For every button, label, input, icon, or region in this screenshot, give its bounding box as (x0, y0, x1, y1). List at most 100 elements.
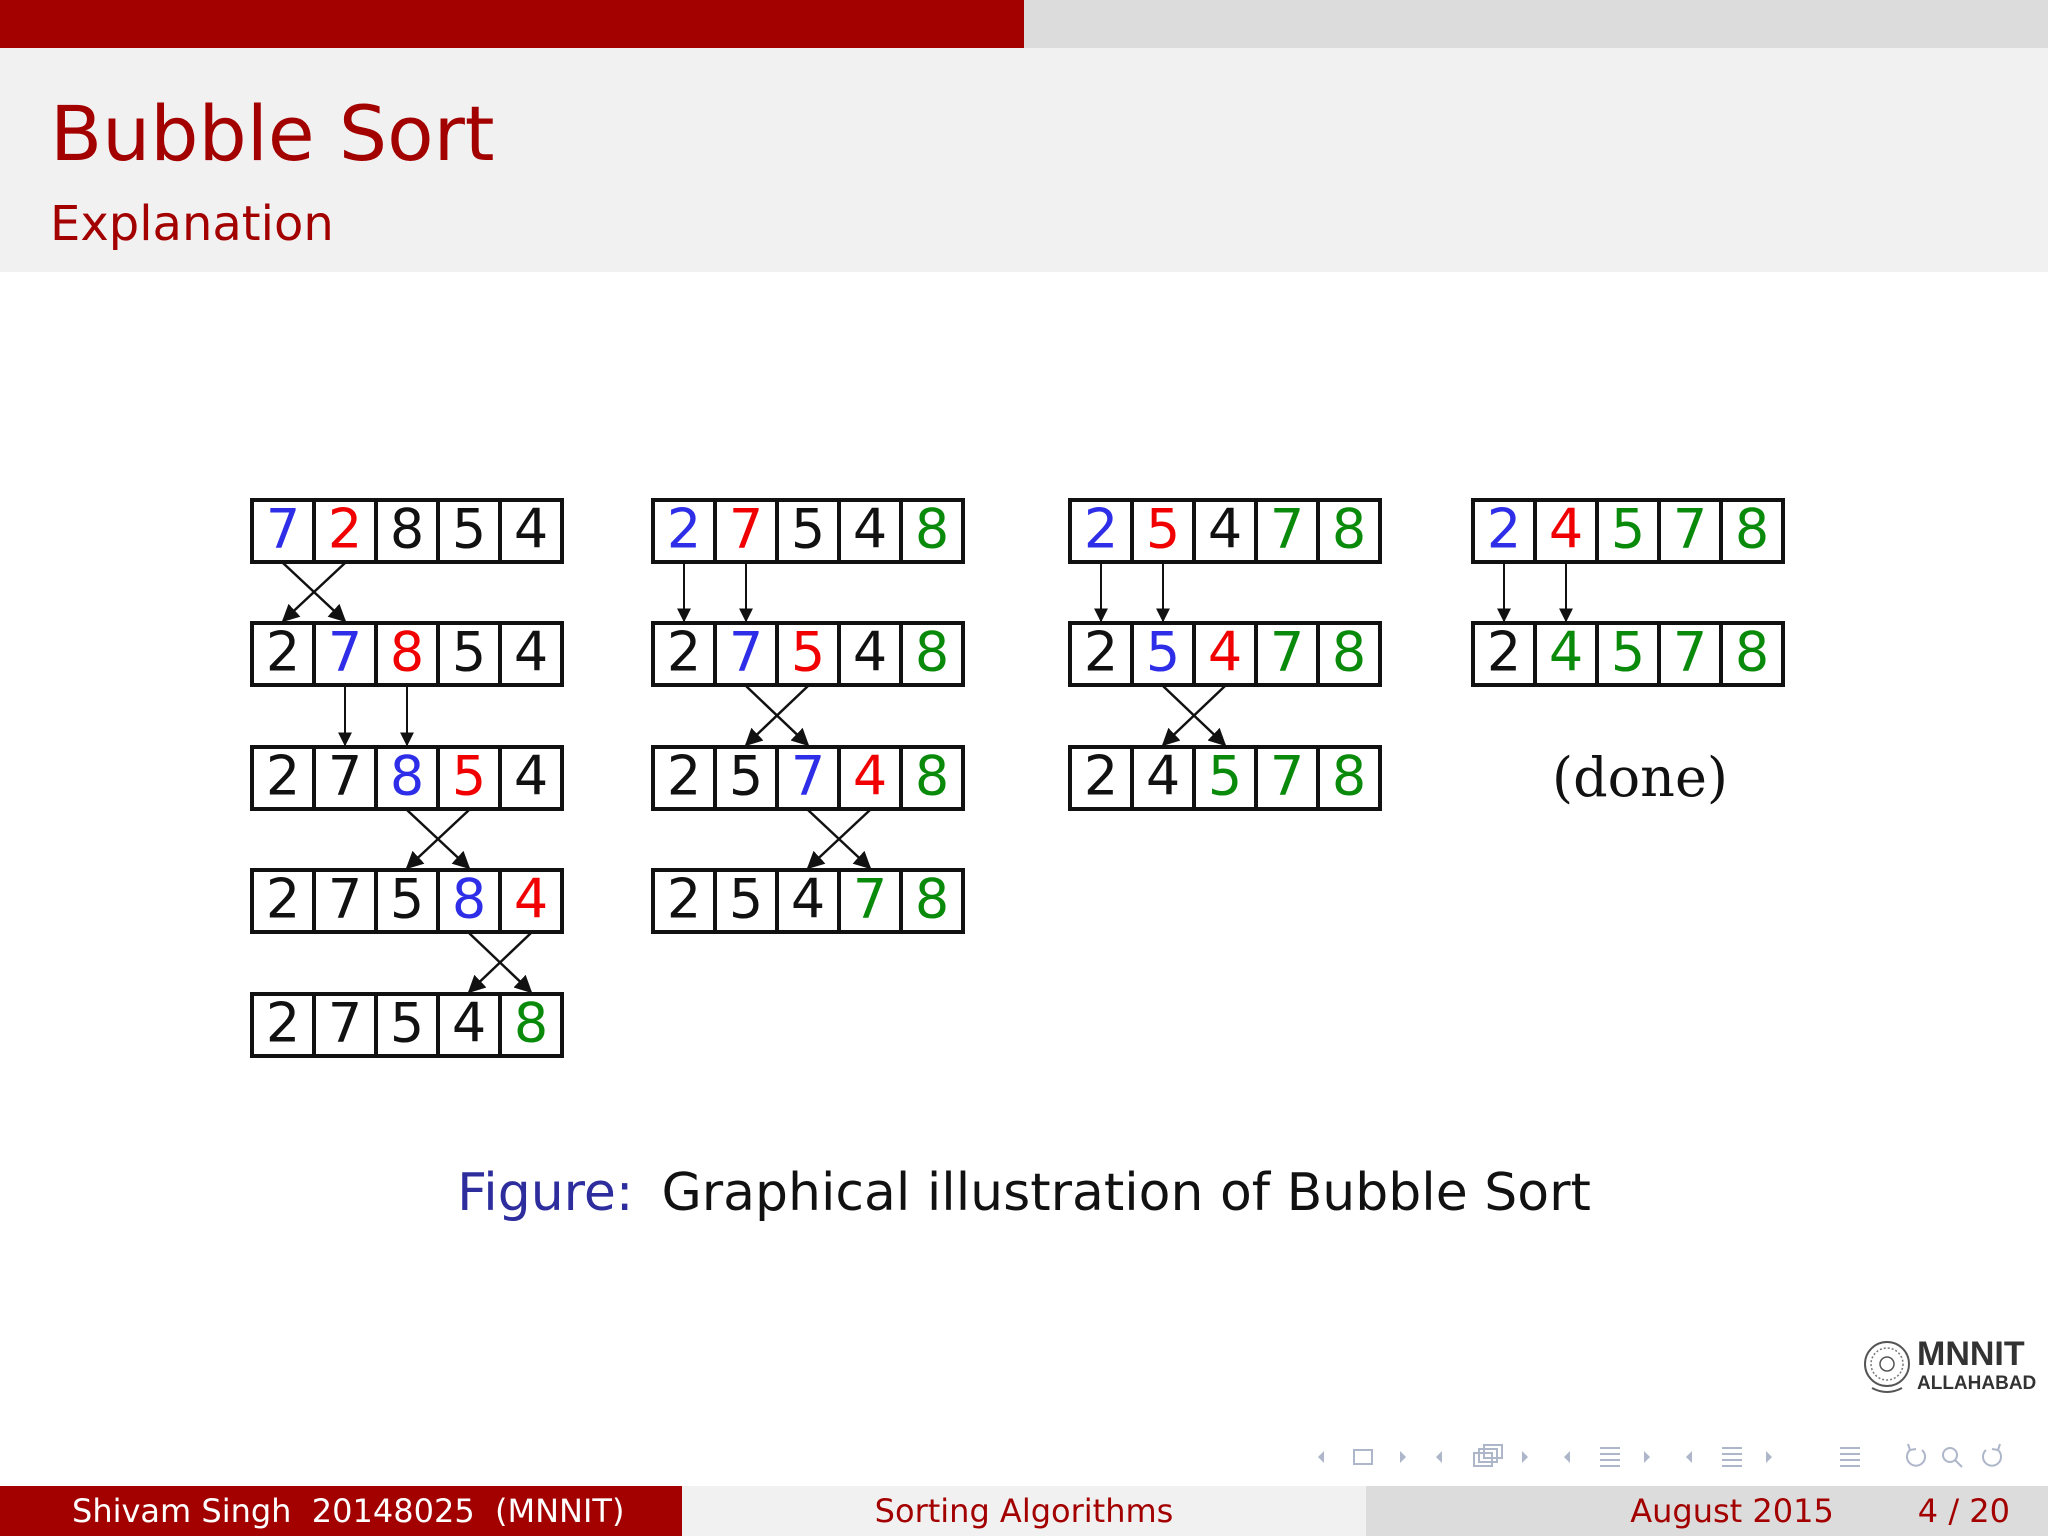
nav-frame-prev-icon[interactable] (1318, 1451, 1324, 1463)
array-value: 4 (514, 498, 548, 561)
array-value: 8 (1735, 621, 1769, 684)
array-value: 2 (1487, 498, 1521, 561)
nav-subsection-icon[interactable] (1473, 1444, 1503, 1467)
caption-text: Graphical illustration of Bubble Sort (661, 1163, 1591, 1223)
progress-bar (0, 0, 2048, 48)
array-value: 4 (1208, 498, 1242, 561)
progress-fill (0, 0, 1024, 48)
nav-section-alt-prev-icon[interactable] (1686, 1451, 1692, 1463)
nav-toc-icon[interactable] (1840, 1447, 1860, 1467)
emblem-icon (1864, 1341, 1910, 1393)
nav-section-icon[interactable] (1600, 1447, 1620, 1467)
nav-frame-next-icon[interactable] (1400, 1451, 1406, 1463)
nav-section-next-icon[interactable] (1644, 1451, 1650, 1463)
nav-section-alt-next-icon[interactable] (1766, 1451, 1772, 1463)
array-value: 2 (667, 498, 701, 561)
array-value: 4 (452, 992, 486, 1055)
array-value: 8 (915, 621, 949, 684)
array-value: 8 (915, 498, 949, 561)
mnnit-logo: MNNIT ALLAHABAD (1862, 1335, 2036, 1400)
array-value: 4 (1549, 498, 1583, 561)
array-value: 7 (1270, 745, 1304, 808)
done-label: (done) (1552, 746, 1728, 809)
footer-date-page: August 2015 4 / 20 (1366, 1486, 2048, 1536)
array-value: 2 (266, 621, 300, 684)
array-value: 5 (1146, 498, 1180, 561)
array-value: 4 (853, 621, 887, 684)
array-value: 5 (1611, 498, 1645, 561)
array-value: 8 (1735, 498, 1769, 561)
array-value: 7 (328, 868, 362, 931)
array-value: 5 (729, 868, 763, 931)
footer-author-text: Shivam Singh 20148025 (MNNIT) (72, 1492, 625, 1530)
footer-title-text: Sorting Algorithms (874, 1492, 1174, 1530)
array-value: 8 (390, 621, 424, 684)
array-value: 4 (514, 868, 548, 931)
array-value: 5 (1146, 621, 1180, 684)
array-value: 7 (266, 498, 300, 561)
array-value: 5 (1208, 745, 1242, 808)
array-value: 8 (1332, 498, 1366, 561)
array-value: 5 (452, 745, 486, 808)
array-value: 5 (452, 621, 486, 684)
array-value: 7 (1673, 498, 1707, 561)
array-value: 5 (791, 498, 825, 561)
array-value: 7 (1270, 621, 1304, 684)
array-value: 7 (328, 621, 362, 684)
nav-subsection-prev-icon[interactable] (1436, 1451, 1442, 1463)
nav-forward-icon[interactable] (1982, 1443, 2002, 1467)
array-value: 5 (390, 992, 424, 1055)
array-value: 5 (729, 745, 763, 808)
array-value: 4 (853, 745, 887, 808)
array-value: 5 (791, 621, 825, 684)
array-value: 2 (1487, 621, 1521, 684)
array-value: 4 (1549, 621, 1583, 684)
array-value: 2 (667, 745, 701, 808)
caption-label: Figure: (457, 1163, 634, 1223)
slide-subtitle: Explanation (50, 196, 334, 252)
array-value: 4 (514, 745, 548, 808)
array-value: 2 (1084, 745, 1118, 808)
array-value: 7 (791, 745, 825, 808)
array-value: 8 (915, 868, 949, 931)
array-value: 8 (390, 745, 424, 808)
array-value: 7 (328, 745, 362, 808)
nav-section-alt-icon[interactable] (1722, 1447, 1742, 1467)
array-value: 4 (1208, 621, 1242, 684)
array-value: 2 (1084, 621, 1118, 684)
array-value: 5 (452, 498, 486, 561)
array-value: 2 (1084, 498, 1118, 561)
nav-back-icon[interactable] (1906, 1443, 1926, 1467)
array-value: 8 (452, 868, 486, 931)
slide-header: Bubble Sort Explanation (0, 48, 2048, 272)
array-value: 5 (390, 868, 424, 931)
slide-title: Bubble Sort (50, 89, 495, 178)
array-value: 5 (1611, 621, 1645, 684)
logo-text: MNNIT (1917, 1335, 2025, 1373)
array-value: 4 (514, 621, 548, 684)
array-value: 2 (266, 992, 300, 1055)
nav-search-icon[interactable] (1942, 1447, 1963, 1468)
array-value: 8 (1332, 745, 1366, 808)
logo-subtext: ALLAHABAD (1917, 1373, 2037, 1394)
array-value: 4 (791, 868, 825, 931)
array-value: 7 (1673, 621, 1707, 684)
footer-author: Shivam Singh 20148025 (MNNIT) (0, 1486, 682, 1536)
nav-subsection-next-icon[interactable] (1522, 1451, 1528, 1463)
bubble-sort-figure: 7 2 8 5 42 7 8 5 42 7 8 5 42 7 5 8 42 7 5 4 82 7 5 4 82 7 5 4 82 5 7 4 8… (250, 498, 1785, 1058)
figure-caption: Figure: Graphical illustration of Bubble … (0, 1163, 2048, 1223)
beamer-navigation (1318, 1443, 2002, 1468)
array-value: 7 (729, 498, 763, 561)
array-value: 7 (1270, 498, 1304, 561)
array-value: 8 (514, 992, 548, 1055)
footer-date: August 2015 (1630, 1492, 1834, 1530)
nav-section-prev-icon[interactable] (1564, 1451, 1570, 1463)
array-value: 2 (667, 621, 701, 684)
array-value: 2 (328, 498, 362, 561)
array-value: 2 (266, 745, 300, 808)
nav-frame-icon[interactable] (1353, 1449, 1373, 1465)
array-value: 4 (1146, 745, 1180, 808)
array-value: 8 (1332, 621, 1366, 684)
array-value: 7 (729, 621, 763, 684)
array-value: 2 (266, 868, 300, 931)
